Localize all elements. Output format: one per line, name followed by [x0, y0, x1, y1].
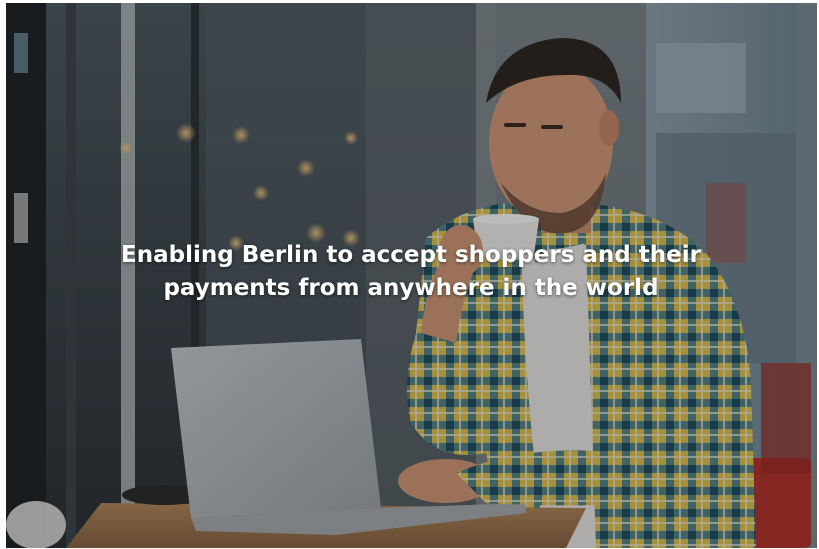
hero-headline: Enabling Berlin to accept shoppers and t…	[66, 239, 756, 305]
hero-headline-line-1: Enabling Berlin to accept shoppers and t…	[121, 242, 701, 268]
hero-banner: Enabling Berlin to accept shoppers and t…	[6, 3, 817, 548]
hero-headline-line-2: payments from anywhere in the world	[163, 275, 659, 301]
